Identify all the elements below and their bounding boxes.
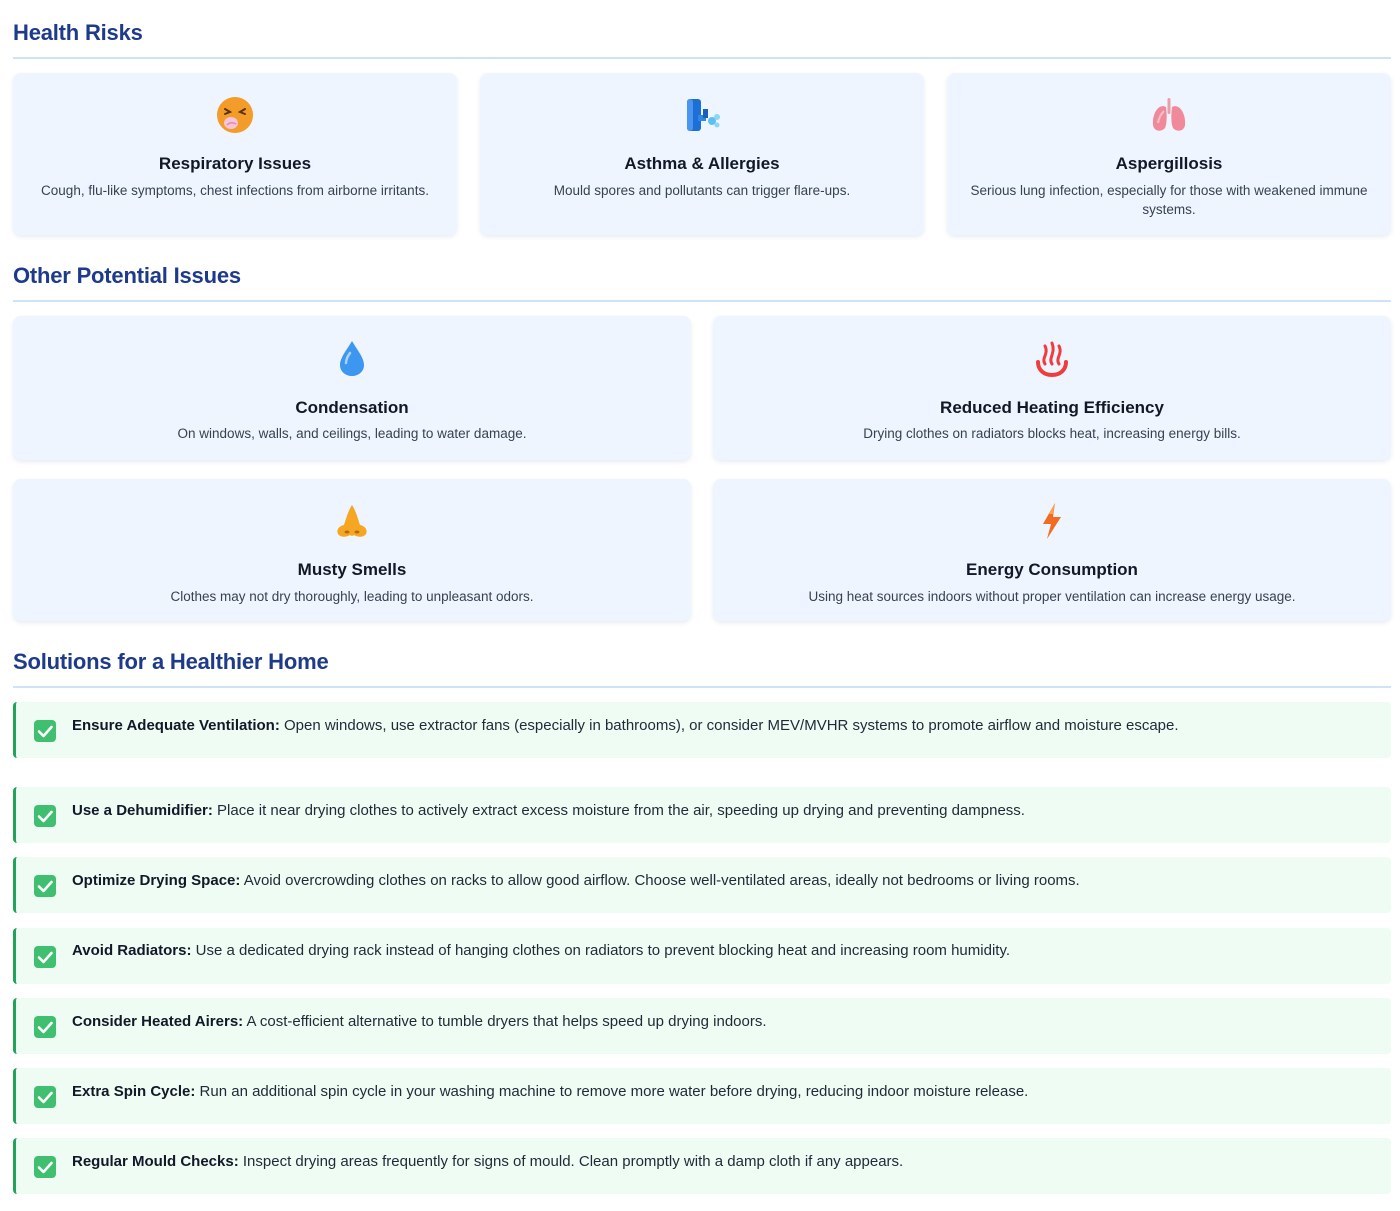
solution-label: Avoid Radiators: (72, 942, 192, 959)
card-description: Mould spores and pollutants can trigger … (553, 183, 851, 198)
check-icon (34, 1086, 56, 1108)
solution-detail: Inspect drying areas frequently for sign… (238, 1153, 904, 1170)
health-risks-divider (13, 57, 1391, 59)
card-description: Clothes may not dry thoroughly, leading … (170, 589, 534, 604)
solution-detail: Use a dedicated drying rack instead of h… (191, 942, 1011, 959)
heating-efficiency-card: Reduced Heating Efficiency Drying clothe… (713, 316, 1391, 460)
solution-text: Extra Spin Cycle: Run an additional spin… (72, 1083, 1371, 1100)
musty-smells-card: Musty Smells Clothes may not dry thoroug… (13, 479, 691, 621)
inhaler-icon (682, 95, 722, 135)
check-icon (34, 1016, 56, 1038)
condensation-card: Condensation On windows, walls, and ceil… (13, 316, 691, 460)
solution-label: Use a Dehumidifier: (72, 802, 213, 819)
solution-label: Extra Spin Cycle: (72, 1083, 196, 1100)
card-description: Cough, flu-like symptoms, chest infectio… (41, 183, 429, 198)
card-title: Energy Consumption (966, 560, 1138, 579)
solution-text: Ensure Adequate Ventilation: Open window… (72, 717, 1371, 734)
heat-icon (1032, 338, 1072, 378)
solution-detail: Place it near drying clothes to actively… (212, 802, 1025, 819)
card-description: Serious lung infection, especially for t… (970, 183, 1368, 217)
check-icon (34, 946, 56, 968)
solution-label: Optimize Drying Space: (72, 872, 241, 889)
card-title: Condensation (295, 398, 409, 417)
solution-label: Regular Mould Checks: (72, 1153, 239, 1170)
other-issues-heading: Other Potential Issues (13, 263, 241, 288)
solution-text: Avoid Radiators: Use a dedicated drying … (72, 942, 1371, 959)
health-risks-heading: Health Risks (13, 20, 143, 45)
card-description: Drying clothes on radiators blocks heat,… (863, 426, 1241, 441)
asthma-allergies-card: Asthma & Allergies Mould spores and poll… (480, 73, 924, 235)
respiratory-issues-card: Respiratory Issues Cough, flu-like sympt… (13, 73, 457, 235)
solution-item-radiators: Avoid Radiators: Use a dedicated drying … (13, 928, 1391, 984)
lightning-icon (1032, 501, 1072, 541)
nose-icon (332, 501, 372, 541)
solution-detail: Run an additional spin cycle in your was… (195, 1083, 1029, 1100)
solution-text: Optimize Drying Space: Avoid overcrowdin… (72, 872, 1371, 889)
energy-consumption-card: Energy Consumption Using heat sources in… (713, 479, 1391, 621)
solution-text: Consider Heated Airers: A cost-efficient… (72, 1013, 1371, 1030)
check-icon (34, 805, 56, 827)
solution-detail: Avoid overcrowding clothes on racks to a… (240, 872, 1080, 889)
check-icon (34, 875, 56, 897)
aspergillosis-card: Aspergillosis Serious lung infection, es… (947, 73, 1391, 235)
solution-detail: Open windows, use extractor fans (especi… (279, 717, 1179, 734)
solution-text: Regular Mould Checks: Inspect drying are… (72, 1153, 1371, 1170)
card-title: Asthma & Allergies (624, 154, 780, 173)
solution-item-mould-checks: Regular Mould Checks: Inspect drying are… (13, 1138, 1391, 1194)
card-description: Using heat sources indoors without prope… (808, 589, 1296, 604)
solution-label: Consider Heated Airers: (72, 1013, 244, 1030)
solution-item-ventilation: Ensure Adequate Ventilation: Open window… (13, 702, 1391, 758)
water-droplet-icon (332, 338, 372, 378)
lungs-icon (1149, 95, 1189, 135)
card-title: Reduced Heating Efficiency (940, 398, 1164, 417)
solutions-heading: Solutions for a Healthier Home (13, 649, 329, 674)
solution-item-dehumidifier: Use a Dehumidifier: Place it near drying… (13, 787, 1391, 843)
page: Health Risks Respiratory Issues Cough, f… (0, 0, 1400, 1211)
check-icon (34, 1156, 56, 1178)
solution-item-heated-airers: Consider Heated Airers: A cost-efficient… (13, 998, 1391, 1054)
card-title: Musty Smells (297, 560, 407, 579)
card-description: On windows, walls, and ceilings, leading… (177, 426, 527, 441)
solution-text: Use a Dehumidifier: Place it near drying… (72, 802, 1371, 819)
solution-label: Ensure Adequate Ventilation: (72, 717, 280, 734)
sneezing-face-icon (215, 95, 255, 135)
card-title: Respiratory Issues (158, 154, 312, 173)
other-issues-divider (13, 300, 1391, 302)
solution-item-drying-space: Optimize Drying Space: Avoid overcrowdin… (13, 857, 1391, 913)
check-icon (34, 720, 56, 742)
card-title: Aspergillosis (1115, 154, 1223, 173)
solution-detail: A cost-efficient alternative to tumble d… (243, 1013, 767, 1030)
solutions-divider (13, 686, 1391, 688)
solution-item-spin-cycle: Extra Spin Cycle: Run an additional spin… (13, 1068, 1391, 1124)
